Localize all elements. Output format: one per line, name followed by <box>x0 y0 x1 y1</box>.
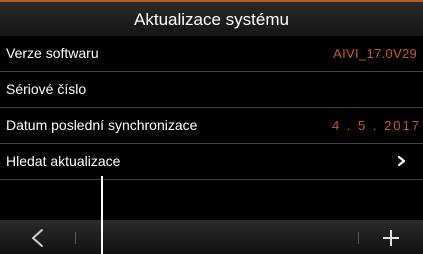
page-title: Aktualizace systému <box>134 10 289 29</box>
plus-icon[interactable] <box>381 228 401 248</box>
row-label-last-sync-date: Datum poslední synchronizace <box>6 117 198 133</box>
bottom-bar <box>0 220 423 254</box>
row-serial-number: Sériové číslo <box>0 72 423 108</box>
back-arrow-icon[interactable] <box>28 228 48 248</box>
pointer-line <box>101 176 103 254</box>
row-label-check-updates[interactable]: Hledat aktualizace <box>6 153 120 169</box>
divider-left <box>75 232 76 244</box>
row-last-sync-date: Datum poslední synchronizace 4 . 5 . 201… <box>0 108 423 144</box>
row-label-software-version: Verze softwaru <box>6 45 99 61</box>
chevron-right-icon[interactable] <box>395 153 409 169</box>
row-check-updates[interactable]: Hledat aktualizace <box>0 144 423 180</box>
divider-right <box>358 232 359 244</box>
infotainment-screen: Aktualizace systému Verze softwaru AIVI_… <box>0 0 423 254</box>
title-bar: Aktualizace systému <box>0 0 423 36</box>
row-software-version: Verze softwaru AIVI_17.0V29 <box>0 36 423 72</box>
software-version-value: AIVI_17.0V29 <box>333 46 417 61</box>
last-sync-date-value: 4 . 5 . 2017 <box>331 118 421 133</box>
row-label-serial-number: Sériové číslo <box>6 81 87 97</box>
